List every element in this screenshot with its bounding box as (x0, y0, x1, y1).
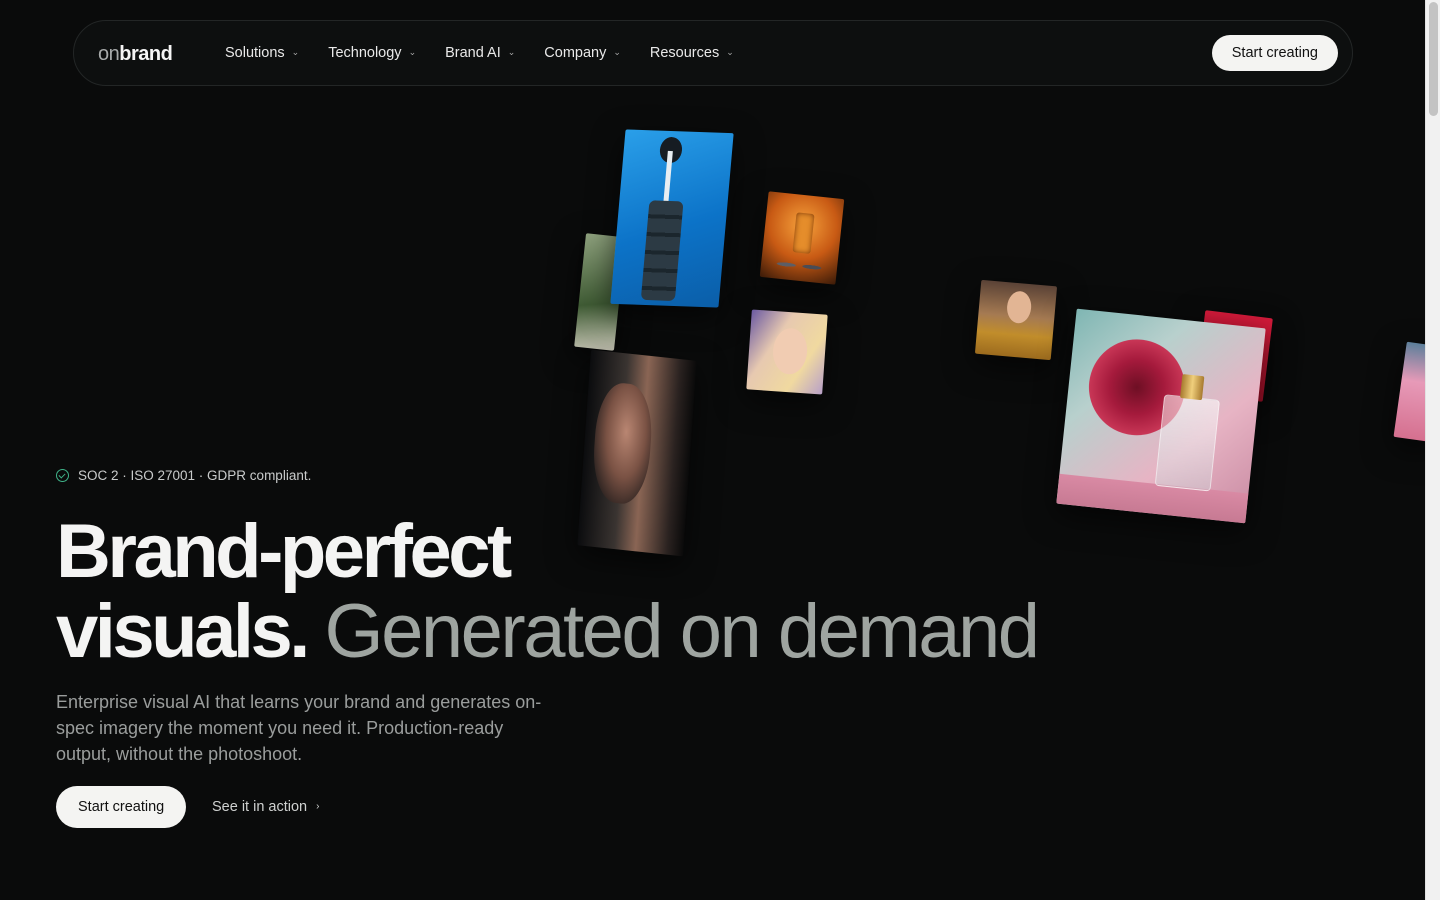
nav-item-label: Solutions (225, 45, 285, 61)
page-scrollbar[interactable] (1425, 0, 1440, 900)
onbrand-logo[interactable]: onbrand (98, 41, 173, 67)
knit-sweater-portrait-image (974, 279, 1058, 361)
headline-line-2: visuals. (56, 589, 310, 674)
nav-start-creating-button[interactable]: Start creating (1211, 35, 1338, 71)
chevron-right-icon: › (316, 801, 320, 812)
headline-line-1: Brand-perfect (56, 509, 512, 594)
nav-menu: Solutions ⌄ Technology ⌄ Brand AI ⌄ Comp… (225, 43, 763, 63)
scrollbar-thumb[interactable] (1429, 2, 1438, 116)
compliance-badge: SOC 2 · ISO 27001 · GDPR compliant. (56, 468, 311, 483)
bottle-shape (792, 212, 815, 254)
see-it-in-action-link[interactable]: See it in action › (212, 797, 319, 817)
face-shape (590, 380, 655, 507)
perfume-glass-shape (1154, 394, 1220, 492)
nav-item-solutions[interactable]: Solutions ⌄ (225, 43, 299, 63)
hero-subcopy: Enterprise visual AI that learns your br… (56, 692, 542, 764)
chevron-down-icon: ⌄ (507, 47, 516, 57)
nav-item-brand-ai[interactable]: Brand AI ⌄ (445, 43, 515, 63)
face-shape (771, 327, 809, 376)
pouring-stones-image (610, 129, 734, 308)
blonde-portrait-image (746, 309, 828, 395)
stones-shape (766, 253, 832, 279)
nav-item-company[interactable]: Company ⌄ (544, 43, 621, 63)
chevron-down-icon: ⌄ (726, 47, 734, 57)
perfume-cap-shape (1179, 374, 1205, 401)
see-it-in-action-label: See it in action (212, 799, 308, 815)
top-nav: onbrand Solutions ⌄ Technology ⌄ Brand A… (73, 20, 1353, 86)
chevron-down-icon: ⌄ (613, 47, 621, 57)
nav-item-label: Technology (328, 45, 402, 61)
chevron-down-icon: ⌄ (408, 47, 417, 57)
dahlia-perfume-image (1056, 308, 1266, 524)
headline-muted: Generated on demand (324, 589, 1040, 674)
compliance-text: SOC 2 · ISO 27001 · GDPR compliant. (78, 468, 312, 483)
hero-headline: Brand-perfect visuals. Generated on dema… (56, 512, 1156, 672)
stone-stack-shape (640, 200, 684, 302)
logo-brand-text: brand (119, 43, 173, 65)
nav-item-resources[interactable]: Resources ⌄ (650, 43, 734, 63)
amber-perfume-image (759, 191, 845, 285)
chevron-down-icon: ⌄ (291, 47, 300, 57)
hero-start-creating-button[interactable]: Start creating (56, 786, 187, 828)
face-shape (1005, 290, 1033, 325)
nav-item-label: Company (544, 45, 607, 61)
nav-item-label: Brand AI (445, 45, 501, 61)
check-circle-icon (56, 469, 69, 482)
logo-on-text: on (98, 43, 120, 65)
nav-item-label: Resources (649, 45, 720, 61)
nav-item-technology[interactable]: Technology ⌄ (328, 43, 416, 63)
